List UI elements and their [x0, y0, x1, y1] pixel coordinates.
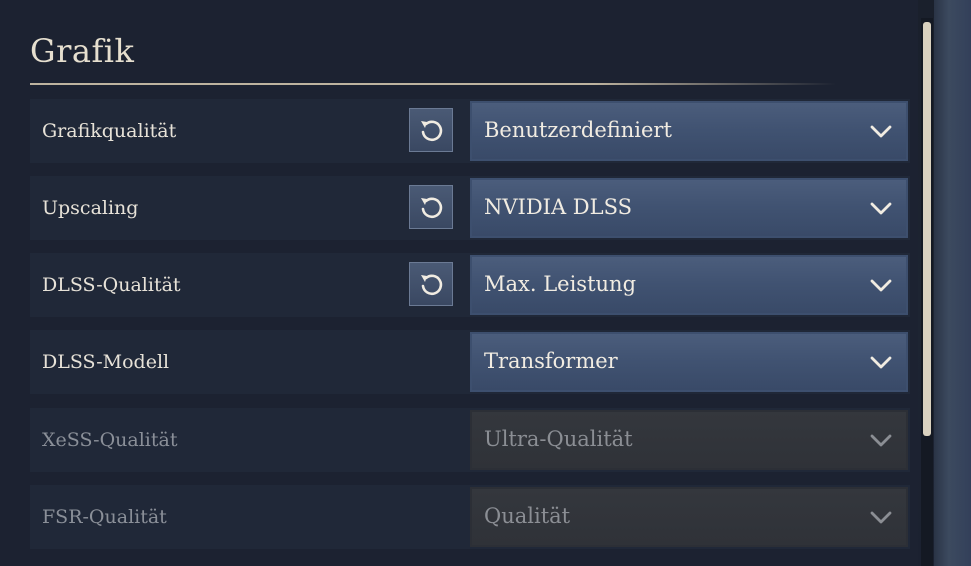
- dropdown-value: Ultra-Qualität: [484, 427, 633, 451]
- setting-row-xess-qualitaet: XeSS-Qualität Ultra-Qualität: [30, 408, 910, 472]
- scrollbar-thumb[interactable]: [923, 22, 931, 436]
- xess-qualitaet-dropdown: Ultra-Qualität: [470, 410, 908, 470]
- setting-row-dlss-qualitaet: DLSS-Qualität Max. Leistung: [30, 253, 910, 317]
- background-artwork: [934, 0, 971, 566]
- dlss-modell-dropdown[interactable]: Transformer: [470, 332, 908, 392]
- reset-icon: [421, 197, 443, 219]
- chevron-down-icon: [870, 279, 892, 292]
- reset-button[interactable]: [409, 185, 453, 229]
- chevron-down-icon: [870, 511, 892, 524]
- chevron-down-icon: [870, 202, 892, 215]
- setting-row-grafikqualitaet: Grafikqualität Benutzerdefiniert: [30, 99, 910, 163]
- setting-label: DLSS-Qualität: [42, 274, 181, 296]
- reset-icon: [421, 120, 443, 142]
- dropdown-value: Qualität: [484, 504, 571, 528]
- setting-label: XeSS-Qualität: [42, 429, 178, 451]
- dropdown-value: NVIDIA DLSS: [484, 195, 632, 219]
- chevron-down-icon: [870, 434, 892, 447]
- setting-row-fsr-qualitaet: FSR-Qualität Qualität: [30, 485, 910, 549]
- dropdown-value: Transformer: [484, 349, 618, 373]
- setting-label: DLSS-Modell: [42, 351, 170, 373]
- reset-button[interactable]: [409, 108, 453, 152]
- grafikqualitaet-dropdown[interactable]: Benutzerdefiniert: [470, 101, 908, 161]
- setting-row-upscaling: Upscaling NVIDIA DLSS: [30, 176, 910, 240]
- upscaling-dropdown[interactable]: NVIDIA DLSS: [470, 178, 908, 238]
- setting-label: FSR-Qualität: [42, 506, 167, 528]
- section-title: Grafik: [30, 32, 135, 70]
- title-divider: [30, 83, 836, 85]
- chevron-down-icon: [870, 356, 892, 369]
- dropdown-value: Benutzerdefiniert: [484, 118, 672, 142]
- chevron-down-icon: [870, 125, 892, 138]
- setting-row-dlss-modell: DLSS-Modell Transformer: [30, 330, 910, 394]
- setting-label: Grafikqualität: [42, 120, 177, 142]
- reset-icon: [421, 274, 443, 296]
- dropdown-value: Max. Leistung: [484, 272, 637, 296]
- settings-panel: Grafik Grafikqualität Benutzerdefiniert …: [0, 0, 918, 566]
- reset-button[interactable]: [409, 262, 453, 306]
- dlss-qualitaet-dropdown[interactable]: Max. Leistung: [470, 255, 908, 315]
- setting-label: Upscaling: [42, 197, 139, 219]
- fsr-qualitaet-dropdown: Qualität: [470, 487, 908, 547]
